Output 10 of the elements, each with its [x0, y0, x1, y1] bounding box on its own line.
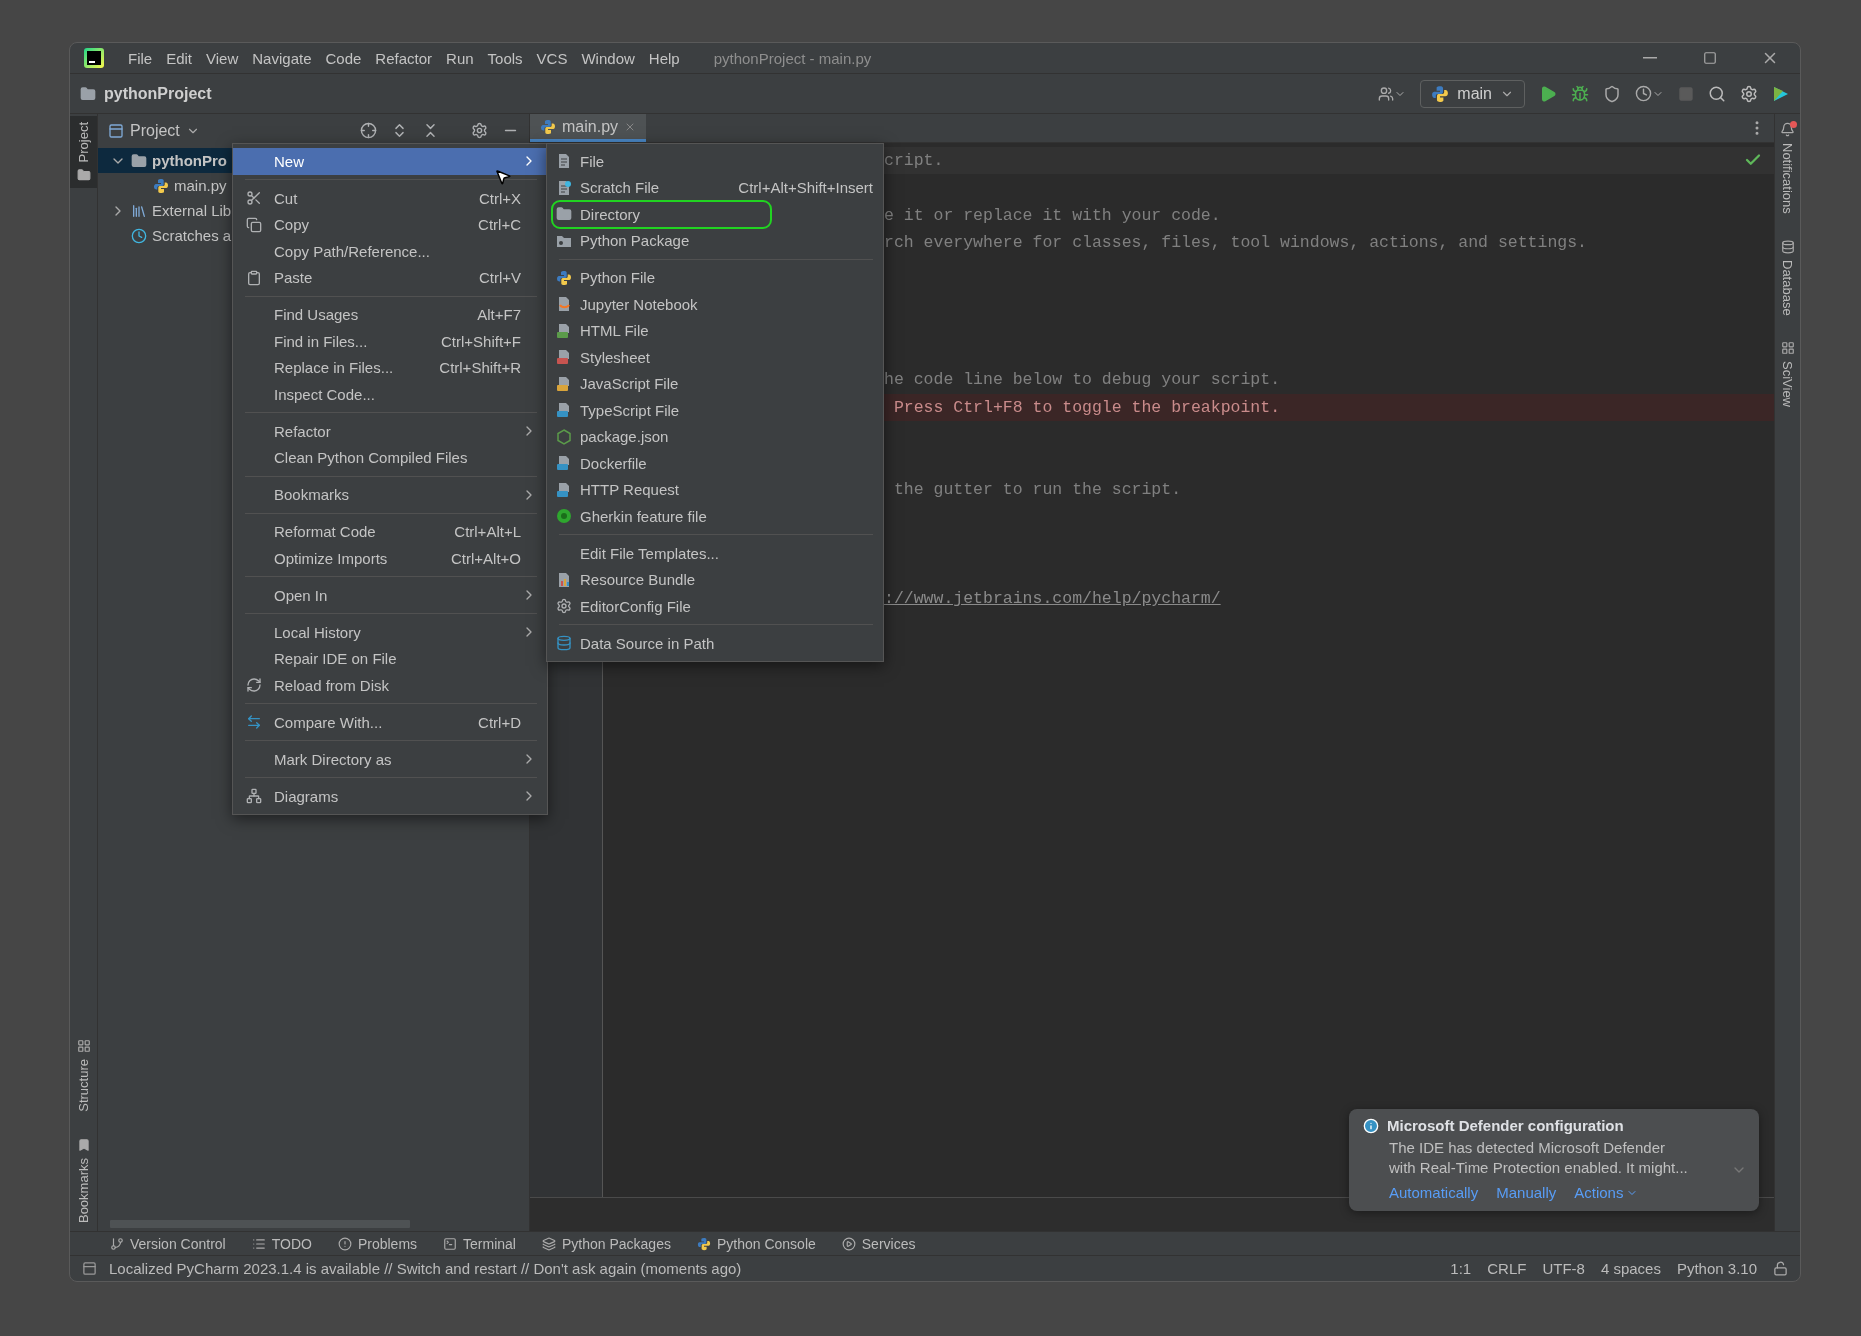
notification-text: The IDE has detected Microsoft Defender with Real-Time Protection enabled. It might...: [1389, 1138, 1689, 1178]
code-line: rch everywhere for classes, files, tool windows, actions, and settings.: [884, 233, 1587, 253]
notification-title: Microsoft Defender configuration: [1387, 1117, 1624, 1134]
status-message: Localized PyCharm 2023.1.4 is available // Switch and restart // Don't ask again (moments ago): [109, 1260, 742, 1277]
code-line: he code line below to debug your script.: [884, 370, 1281, 390]
code-line: the gutter to run the script.: [892, 479, 1182, 499]
window-title: pythonProject - main.py: [713, 49, 872, 67]
code-line: e it or replace it with your code.: [884, 205, 1221, 225]
code-line: Press Ctrl+F8 to toggle the breakpoint.: [892, 397, 1281, 417]
code-line: cript.: [884, 151, 944, 170]
